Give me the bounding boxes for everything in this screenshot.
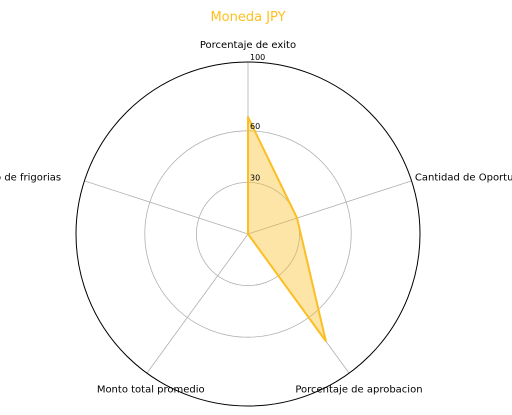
radar-series-layer: [247, 116, 327, 343]
radar-chart: Moneda JPY 30 60 100 Porcentaje de exito Ca…: [0, 10, 512, 407]
axis-label: Cantidad de Oportunidades: [415, 173, 512, 184]
radial-tick-label: 100: [250, 53, 265, 62]
radar-spoke: [146, 233, 249, 374]
axis-label: Porcentaje de aprobacion: [295, 384, 422, 395]
chart-title: Moneda JPY: [210, 10, 285, 25]
radial-tick-label: 60: [250, 122, 260, 131]
axis-label: Porcentaje de exito: [200, 40, 296, 51]
radar-series-area: [247, 116, 327, 343]
axis-label: Promedio de frigorias: [0, 173, 61, 184]
radial-tick-label: 30: [250, 173, 260, 182]
axis-label: Monto total promedio: [97, 384, 205, 395]
